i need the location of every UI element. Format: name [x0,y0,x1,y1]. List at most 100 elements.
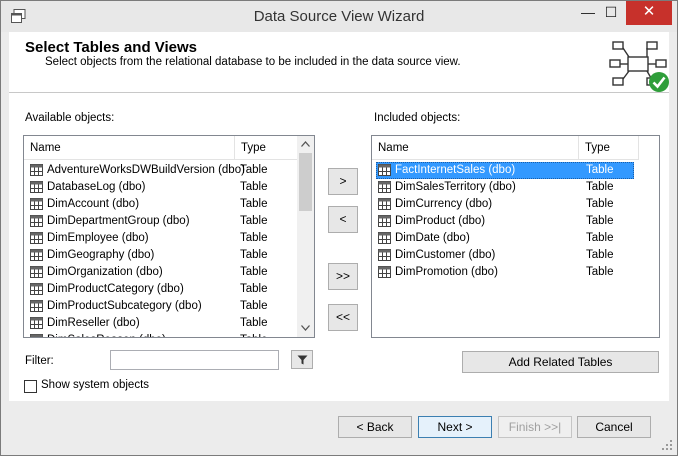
item-type: Table [586,164,614,176]
column-header-type[interactable]: Type [235,136,299,160]
list-item[interactable]: DimEmployee (dbo) Table [24,230,299,247]
list-item[interactable]: DimAccount (dbo) Table [24,196,299,213]
item-name: AdventureWorksDWBuildVersion (dbo) [47,164,245,176]
table-icon [30,164,43,176]
item-type: Table [586,198,614,210]
back-button[interactable]: < Back [338,416,412,438]
item-type: Table [240,232,268,244]
list-item[interactable]: FactInternetSales (dbo) Table [372,162,659,179]
item-type: Table [240,283,268,295]
item-type: Table [240,164,268,176]
available-objects-list[interactable]: Name Type AdventureWorksDWBuildVersion (… [23,135,315,338]
remove-selected-button[interactable]: < [328,206,358,233]
list-item[interactable]: AdventureWorksDWBuildVersion (dbo) Table [24,162,299,179]
item-name: DimSalesReason (dbo) [47,334,166,337]
column-header-name[interactable]: Name [24,136,235,160]
item-name: DatabaseLog (dbo) [47,181,146,193]
cancel-button[interactable]: Cancel [577,416,651,438]
item-name: DimDepartmentGroup (dbo) [47,215,190,227]
add-all-button[interactable]: >> [328,263,358,290]
item-name: DimPromotion (dbo) [395,266,498,278]
finish-button[interactable]: Finish >>| [498,416,572,438]
item-type: Table [586,232,614,244]
checkmark-badge-icon [649,72,669,92]
filter-input[interactable] [110,350,279,370]
list-item[interactable]: DatabaseLog (dbo) Table [24,179,299,196]
add-selected-button[interactable]: > [328,168,358,195]
remove-all-button[interactable]: << [328,304,358,331]
wizard-body: Available objects: Included objects: Nam… [9,93,669,401]
item-name: DimProductCategory (dbo) [47,283,184,295]
minimize-button[interactable]: — [576,1,600,25]
table-icon [378,232,391,244]
page-subtitle: Select objects from the relational datab… [45,56,461,68]
filter-button[interactable] [291,350,313,369]
item-name: DimAccount (dbo) [47,198,140,210]
item-type: Table [586,215,614,227]
list-item[interactable]: DimSalesReason (dbo) Table [24,332,299,337]
included-objects-list[interactable]: Name Type FactInternetSales (dbo) Table Di… [371,135,660,338]
item-name: DimProductSubcategory (dbo) [47,300,202,312]
table-icon [30,249,43,261]
item-name: DimReseller (dbo) [47,317,140,329]
list-item[interactable]: DimGeography (dbo) Table [24,247,299,264]
close-button[interactable]: ✕ [626,1,672,25]
table-icon [378,164,391,176]
item-name: DimCurrency (dbo) [395,198,493,210]
data-source-view-icon [609,41,669,92]
item-type: Table [240,249,268,261]
item-name: FactInternetSales (dbo) [395,164,516,176]
table-icon [30,266,43,278]
scroll-down-icon[interactable] [301,325,310,331]
scrollbar-thumb[interactable] [299,153,312,211]
item-name: DimSalesTerritory (dbo) [395,181,516,193]
list-item[interactable]: DimReseller (dbo) Table [24,315,299,332]
resize-grip-icon[interactable] [661,439,673,451]
table-icon [30,232,43,244]
vertical-scrollbar[interactable] [297,136,314,337]
maximize-button[interactable]: ☐ [599,1,623,25]
item-type: Table [240,215,268,227]
scroll-up-icon[interactable] [301,141,310,147]
item-name: DimGeography (dbo) [47,249,155,261]
item-type: Table [240,300,268,312]
list-item[interactable]: DimDate (dbo) Table [372,230,659,247]
column-header-name[interactable]: Name [372,136,579,160]
item-type: Table [240,266,268,278]
list-item[interactable]: DimProduct (dbo) Table [372,213,659,230]
next-button[interactable]: Next > [418,416,492,438]
table-icon [30,181,43,193]
list-item[interactable]: DimDepartmentGroup (dbo) Table [24,213,299,230]
table-icon [378,249,391,261]
table-icon [30,300,43,312]
item-type: Table [586,266,614,278]
item-name: DimProduct (dbo) [395,215,486,227]
item-name: DimEmployee (dbo) [47,232,149,244]
show-system-objects-checkbox[interactable] [24,380,37,393]
list-item[interactable]: DimPromotion (dbo) Table [372,264,659,281]
table-icon [30,283,43,295]
item-type: Table [240,181,268,193]
table-icon [378,181,391,193]
available-objects-label: Available objects: [25,112,115,124]
included-objects-label: Included objects: [374,112,461,124]
add-related-tables-button[interactable]: Add Related Tables [462,351,659,373]
item-type: Table [240,317,268,329]
item-type: Table [586,181,614,193]
title-bar: Data Source View Wizard — ☐ ✕ [1,1,677,32]
filter-funnel-icon [297,355,308,365]
table-icon [378,266,391,278]
page-title: Select Tables and Views [25,39,198,56]
table-icon [378,215,391,227]
list-item[interactable]: DimProductCategory (dbo) Table [24,281,299,298]
list-item[interactable]: DimCustomer (dbo) Table [372,247,659,264]
table-icon [30,198,43,210]
item-name: DimOrganization (dbo) [47,266,163,278]
column-header-type[interactable]: Type [579,136,639,160]
wizard-footer: < Back Next > Finish >>| Cancel [1,401,677,455]
list-item[interactable]: DimProductSubcategory (dbo) Table [24,298,299,315]
list-item[interactable]: DimOrganization (dbo) Table [24,264,299,281]
list-item[interactable]: DimCurrency (dbo) Table [372,196,659,213]
list-item[interactable]: DimSalesTerritory (dbo) Table [372,179,659,196]
item-name: DimDate (dbo) [395,232,470,244]
